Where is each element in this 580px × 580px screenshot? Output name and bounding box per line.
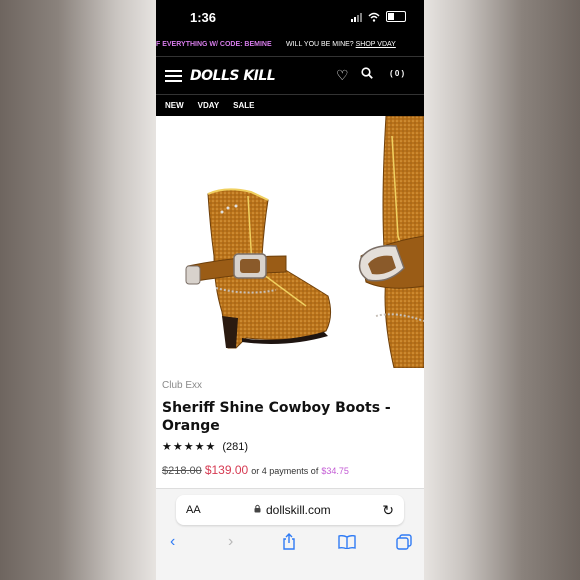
installment-text: or 4 payments of [251,466,319,476]
signal-icon [351,12,362,22]
reader-settings-button[interactable]: AA [186,504,201,516]
back-icon[interactable]: ‹ [170,533,175,551]
category-nav: NEW VDAY SALE [156,94,424,116]
product-rating[interactable]: ★★★★★ (281) [162,440,248,454]
battery-icon [386,11,406,22]
status-bar: 1:36 [156,0,424,34]
forward-icon[interactable]: › [228,533,233,551]
sale-price: $139.00 [204,463,249,477]
product-image [185,116,424,368]
reload-icon[interactable]: ↻ [382,502,394,519]
site-logo[interactable]: DOLLS KILL [190,68,276,84]
phone-screen: 1:36 F EVERYTHING W/ CODE: BEMINE WILL Y… [156,0,424,580]
rating-count: (281) [222,440,248,453]
original-price: $218.00 [162,465,202,477]
cart-button[interactable]: ( 0 ) [390,69,404,78]
bookmarks-icon[interactable] [338,535,356,549]
heart-icon[interactable]: ♡ [336,67,349,84]
url-text: dollskill.com [266,503,331,517]
promo-right: WILL YOU BE MINE? SHOP VDAY [286,41,396,48]
tabs-icon[interactable] [396,534,412,550]
share-icon[interactable] [282,533,296,550]
site-header: DOLLS KILL ♡ ( 0 ) [156,56,424,95]
status-time: 1:36 [190,10,217,25]
nav-item-new[interactable]: NEW [165,95,184,116]
product-title: Sheriff Shine Cowboy Boots - Orange [162,400,391,434]
product-price: $218.00 $139.00 or 4 payments of $34.75 [162,463,349,477]
lock-icon [254,504,261,513]
address-bar[interactable]: AA dollskill.com ↻ [176,495,404,525]
wifi-icon [368,12,380,22]
status-icons [351,11,406,22]
promo-code-text: F EVERYTHING W/ CODE: BEMINE [156,41,272,48]
product-image-gallery[interactable] [156,116,424,368]
nav-item-sale[interactable]: SALE [233,95,254,116]
promo-right-text: WILL YOU BE MINE? [286,41,354,48]
rating-stars: ★★★★★ [162,441,217,453]
promo-banner[interactable]: F EVERYTHING W/ CODE: BEMINE WILL YOU BE… [156,34,424,56]
nav-item-vday[interactable]: VDAY [198,95,220,116]
shop-vday-link[interactable]: SHOP VDAY [356,41,396,48]
installment-amount[interactable]: $34.75 [321,466,349,476]
browser-toolbar: AA dollskill.com ↻ ‹ › [156,488,424,580]
search-icon[interactable] [361,67,373,79]
menu-icon[interactable] [165,70,182,82]
product-brand[interactable]: Club Exx [162,380,202,391]
